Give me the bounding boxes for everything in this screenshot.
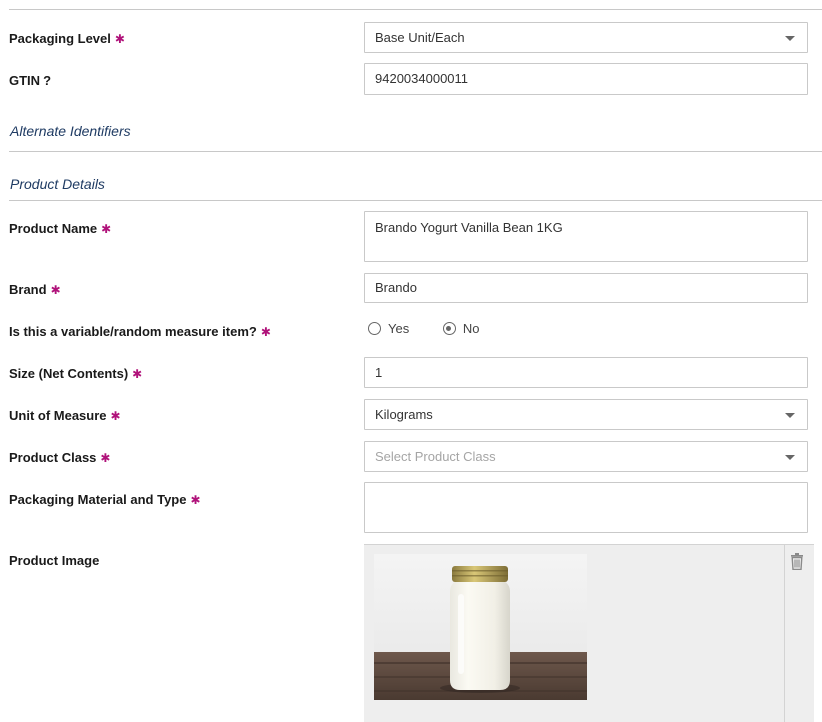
variable-measure-label: Is this a variable/random measure item? ✱ bbox=[9, 324, 271, 339]
gtin-label: GTIN? bbox=[9, 73, 52, 88]
chevron-down-icon bbox=[785, 455, 795, 460]
required-marker: ✱ bbox=[100, 451, 111, 465]
brand-input[interactable]: Brando bbox=[364, 273, 808, 303]
brand-label: Brand ✱ bbox=[9, 282, 61, 297]
unit-of-measure-label: Unit of Measure ✱ bbox=[9, 408, 121, 423]
required-marker: ✱ bbox=[50, 283, 61, 297]
product-name-textarea[interactable]: Brando Yogurt Vanilla Bean 1KG bbox=[364, 211, 808, 262]
section-divider bbox=[9, 200, 822, 201]
packaging-level-select[interactable]: Base Unit/Each bbox=[364, 22, 808, 53]
unit-of-measure-select[interactable]: Kilograms bbox=[364, 399, 808, 430]
radio-no[interactable]: No bbox=[442, 321, 479, 336]
required-marker: ✱ bbox=[132, 367, 143, 381]
help-icon[interactable]: ? bbox=[43, 73, 51, 88]
product-class-select[interactable]: Select Product Class bbox=[364, 441, 808, 472]
alternate-identifiers-header[interactable]: Alternate Identifiers bbox=[10, 123, 131, 139]
variable-measure-radio-group: Yes No bbox=[368, 321, 509, 338]
size-input[interactable]: 1 bbox=[364, 357, 808, 388]
top-divider bbox=[9, 9, 822, 10]
packaging-material-label: Packaging Material and Type ✱ bbox=[9, 492, 201, 507]
chevron-down-icon bbox=[785, 413, 795, 418]
image-panel-divider bbox=[784, 545, 785, 722]
trash-icon[interactable] bbox=[790, 553, 804, 575]
radio-button-icon[interactable] bbox=[368, 322, 381, 335]
product-image-label: Product Image bbox=[9, 553, 100, 568]
required-marker: ✱ bbox=[101, 222, 112, 236]
section-divider bbox=[9, 151, 822, 152]
required-marker: ✱ bbox=[190, 493, 201, 507]
size-label: Size (Net Contents) ✱ bbox=[9, 366, 143, 381]
packaging-material-textarea[interactable] bbox=[364, 482, 808, 533]
gtin-input[interactable]: 9420034000011 bbox=[364, 63, 808, 95]
product-details-header: Product Details bbox=[10, 176, 105, 192]
product-image-thumbnail[interactable] bbox=[374, 554, 587, 700]
required-marker: ✱ bbox=[114, 32, 125, 46]
chevron-down-icon bbox=[785, 36, 795, 41]
radio-button-selected-icon[interactable] bbox=[442, 322, 456, 335]
product-name-label: Product Name ✱ bbox=[9, 221, 112, 236]
yogurt-jar-image bbox=[374, 554, 587, 700]
product-image-panel bbox=[364, 544, 814, 722]
product-class-label: Product Class ✱ bbox=[9, 450, 111, 465]
required-marker: ✱ bbox=[260, 325, 271, 339]
packaging-level-label: Packaging Level ✱ bbox=[9, 31, 125, 46]
required-marker: ✱ bbox=[110, 409, 121, 423]
radio-yes[interactable]: Yes bbox=[368, 321, 409, 336]
